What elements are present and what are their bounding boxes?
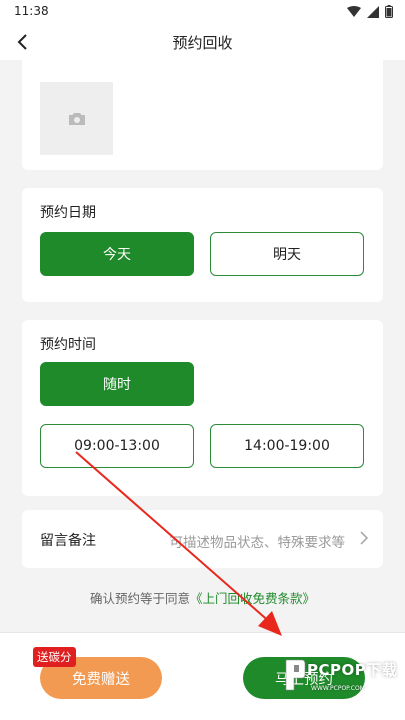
date-option-today[interactable]: 今天 [40, 232, 194, 276]
app-bar: 预约回收 [0, 24, 405, 60]
time-card: 预约时间 随时 09:00-13:00 14:00-19:00 [22, 320, 383, 496]
time-option-afternoon[interactable]: 14:00-19:00 [210, 424, 364, 468]
note-placeholder: 可描述物品状态、特殊要求等 [169, 535, 346, 551]
camera-icon [68, 112, 85, 125]
date-section-title: 预约日期 [40, 205, 96, 221]
note-label: 留言备注 [40, 533, 96, 549]
time-section-title: 预约时间 [40, 337, 96, 353]
battery-icon [385, 5, 393, 18]
note-card[interactable]: 留言备注 可描述物品状态、特殊要求等 [22, 510, 383, 568]
terms-link[interactable]: 《上门回收免费条款》 [190, 591, 315, 606]
agreement-prefix: 确认预约等于同意 [89, 591, 190, 606]
photo-upload-slot[interactable] [40, 82, 113, 155]
site-watermark: PCPOP下载 WWW.PCPOP.COM [280, 654, 405, 714]
time-option-morning[interactable]: 09:00-13:00 [40, 424, 194, 468]
time-option-anytime[interactable]: 随时 [40, 362, 194, 406]
form-scroll-area[interactable]: 预约日期 今天 明天 预约时间 随时 09:00-13:00 14:00-19:… [0, 60, 405, 632]
date-option-tomorrow[interactable]: 明天 [210, 232, 364, 276]
status-icons [347, 5, 393, 18]
status-time: 11:38 [14, 4, 49, 18]
page-title: 预约回收 [172, 34, 233, 52]
agreement-text: 确认预约等于同意《上门回收免费条款》 [0, 588, 405, 607]
carbon-points-badge: 送碳分 [33, 647, 76, 667]
watermark-url: WWW.PCPOP.COM [311, 685, 365, 692]
photo-card [22, 60, 383, 170]
signal-icon [367, 5, 379, 18]
watermark-logo-icon [285, 659, 306, 691]
chevron-right-icon [360, 531, 369, 545]
watermark-brand: PCPOP下载 [307, 661, 398, 679]
wifi-icon [347, 5, 361, 17]
date-card: 预约日期 今天 明天 [22, 188, 383, 302]
status-bar: 11:38 [0, 0, 405, 24]
